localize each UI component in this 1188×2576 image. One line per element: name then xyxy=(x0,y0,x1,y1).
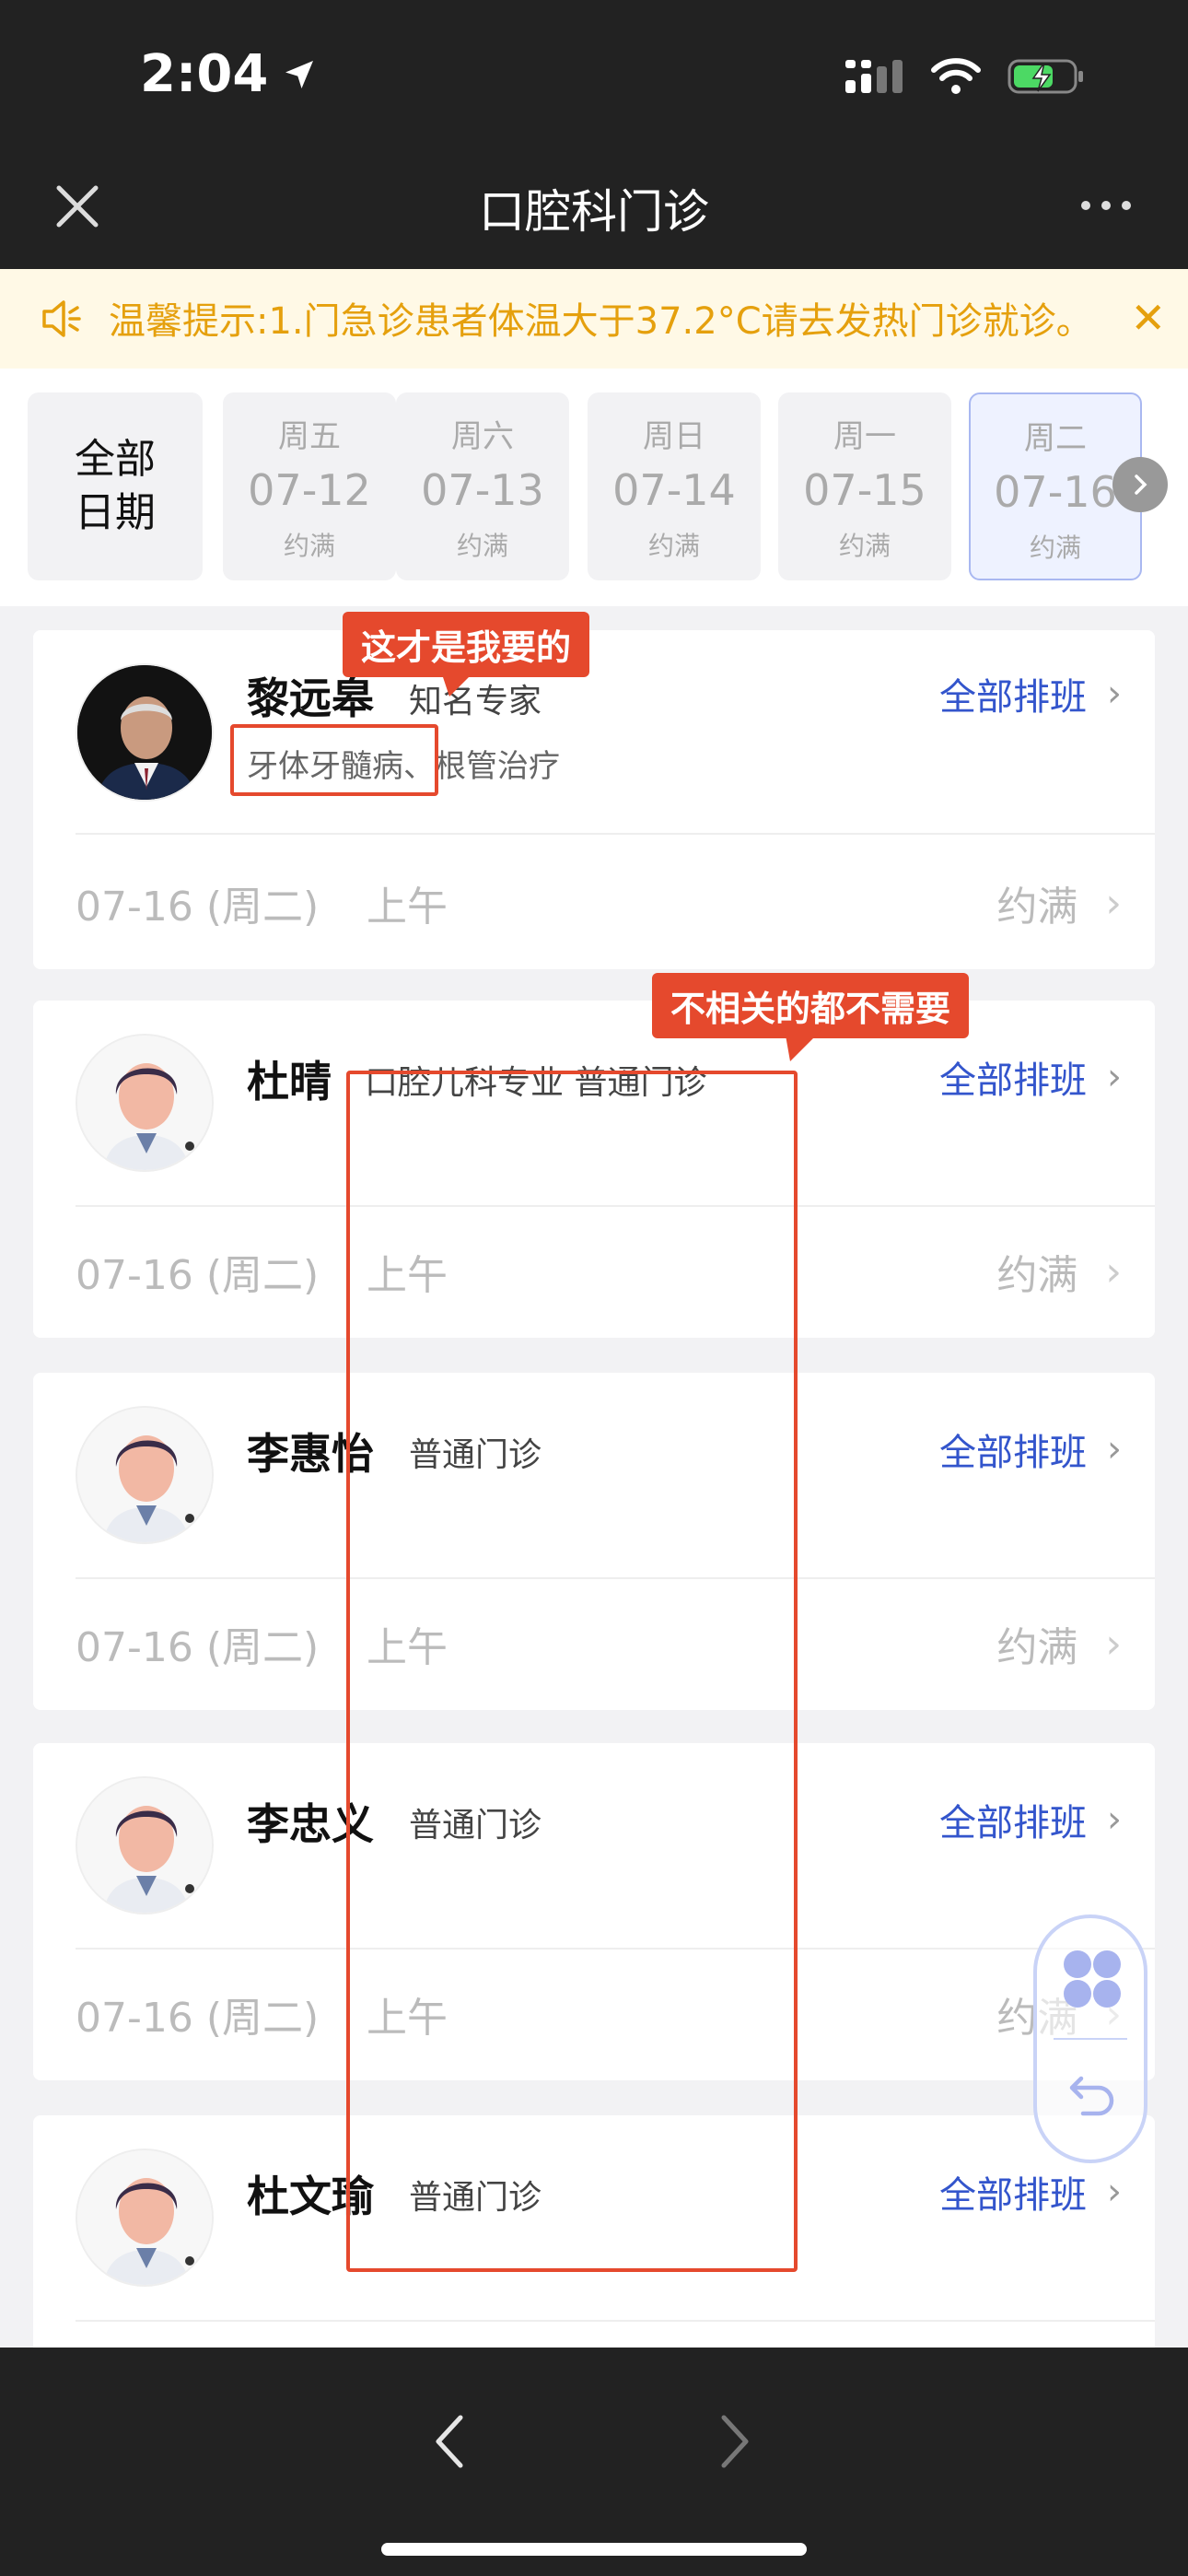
annotation-pointer xyxy=(785,1030,821,1061)
annotation-irrelevant-box xyxy=(346,1071,798,2272)
all-schedule-label: 全部排班 xyxy=(939,1802,1087,1844)
next-dates-icon[interactable] xyxy=(1112,457,1168,512)
all-schedule-label: 全部排班 xyxy=(939,1060,1087,1102)
all-schedule-label: 全部排班 xyxy=(939,676,1087,719)
status-icons xyxy=(844,57,1085,96)
date-status: 约满 xyxy=(283,531,335,561)
slot-status[interactable]: 约满 › xyxy=(996,1614,1122,1673)
slot-date: 07-16 (周二) xyxy=(76,1624,320,1671)
date-cell-0712[interactable]: 周五 07-12 约满 xyxy=(223,392,396,580)
status-time-text: 2:04 xyxy=(140,44,269,104)
doctor-avatar xyxy=(76,2149,214,2287)
date-status: 约满 xyxy=(1029,533,1081,563)
apps-clover-icon[interactable] xyxy=(1061,1948,1124,2010)
card-divider xyxy=(76,833,1155,835)
date-value: 07-12 xyxy=(248,465,371,515)
date-weekday: 周日 xyxy=(643,418,705,455)
all-schedule-link[interactable]: 全部排班 › xyxy=(939,1423,1122,1476)
widget-divider xyxy=(1054,2038,1127,2040)
location-arrow-icon xyxy=(285,60,314,88)
date-weekday: 周五 xyxy=(278,418,341,455)
annotation-label-wanted: 这才是我要的 xyxy=(343,612,590,677)
all-dates-label-line2: 日期 xyxy=(75,489,156,536)
browser-bottom-bar xyxy=(0,2348,1188,2576)
date-value: 07-14 xyxy=(612,465,736,515)
doctor-avatar xyxy=(76,1034,214,1172)
date-value: 07-15 xyxy=(803,465,926,515)
date-weekday: 周六 xyxy=(451,418,514,455)
notice-text: 温馨提示:1.门急诊患者体温大于37.2°C请去发热门诊就诊。 xyxy=(109,300,1093,343)
chevron-right-icon: › xyxy=(1105,1247,1122,1295)
forward-arrow-icon[interactable] xyxy=(716,2412,753,2471)
chevron-right-icon: › xyxy=(1107,673,1122,715)
slot-status-text: 约满 xyxy=(996,884,1078,931)
status-time: 2:04 xyxy=(140,44,318,104)
all-schedule-label: 全部排班 xyxy=(939,2174,1087,2217)
top-bar: 2:04 口腔科门诊 xyxy=(0,0,1188,269)
date-status: 约满 xyxy=(838,531,891,561)
chevron-right-icon: › xyxy=(1107,1056,1122,1098)
slot-status[interactable]: 约满 › xyxy=(996,873,1122,932)
card-divider xyxy=(76,2320,1155,2322)
slot-date: 07-16 (周二) xyxy=(76,884,320,931)
slot-date: 07-16 (周二) xyxy=(76,1995,320,2042)
date-selector: 全部 日期 周五 07-12 约满 周六 07-13 约满 周日 07-14 约… xyxy=(0,369,1188,606)
back-arrow-icon[interactable] xyxy=(431,2412,468,2471)
slot-status-text: 约满 xyxy=(996,1252,1078,1299)
cellular-signal-icon xyxy=(845,60,903,93)
undo-icon[interactable] xyxy=(1068,2069,1118,2119)
slot-status-text: 约满 xyxy=(996,1624,1078,1671)
battery-charging-icon xyxy=(1007,59,1083,94)
floating-widget xyxy=(1033,1914,1147,2163)
chevron-right-icon: › xyxy=(1107,1428,1122,1470)
date-weekday: 周二 xyxy=(1024,420,1087,457)
doctor-photo-avatar xyxy=(76,663,214,802)
doctor-avatar xyxy=(76,1776,214,1914)
chevron-right-icon: › xyxy=(1105,1620,1122,1668)
annotation-pointer xyxy=(440,669,477,697)
all-schedule-link[interactable]: 全部排班 › xyxy=(939,1793,1122,1846)
all-dates-button[interactable]: 全部 日期 xyxy=(28,392,203,580)
all-schedule-link[interactable]: 全部排班 › xyxy=(939,2165,1122,2219)
date-cell-0715[interactable]: 周一 07-15 约满 xyxy=(778,392,951,580)
all-schedule-link[interactable]: 全部排班 › xyxy=(939,667,1122,720)
date-cell-0714[interactable]: 周日 07-14 约满 xyxy=(588,392,761,580)
speaker-icon xyxy=(42,300,81,337)
annotation-label-unneeded: 不相关的都不需要 xyxy=(652,973,970,1038)
more-options-icon[interactable] xyxy=(1081,201,1131,210)
date-status: 约满 xyxy=(647,531,700,561)
doctor-avatar xyxy=(76,1406,214,1544)
slot-date: 07-16 (周二) xyxy=(76,1252,320,1299)
page-title: 口腔科门诊 xyxy=(479,185,709,239)
all-schedule-link[interactable]: 全部排班 › xyxy=(939,1050,1122,1104)
wifi-icon xyxy=(931,58,981,94)
notice-banner: 温馨提示:1.门急诊患者体温大于37.2°C请去发热门诊就诊。 ✕ xyxy=(0,269,1188,369)
date-cell-0713[interactable]: 周六 07-13 约满 xyxy=(396,392,569,580)
slot-status[interactable]: 约满 › xyxy=(996,1242,1122,1301)
doctor-card[interactable]: 黎远皋 知名专家 牙体牙髓病、根管治疗 全部排班 › 07-16 (周二) 上午… xyxy=(33,630,1155,969)
date-value: 07-13 xyxy=(421,465,544,515)
date-weekday: 周一 xyxy=(833,418,896,455)
chevron-right-icon: › xyxy=(1107,1798,1122,1841)
all-dates-label-line1: 全部 xyxy=(75,436,156,483)
notice-close-icon[interactable]: ✕ xyxy=(1130,295,1166,341)
all-schedule-label: 全部排班 xyxy=(939,1432,1087,1474)
annotation-highlight-box xyxy=(230,724,438,796)
chevron-right-icon: › xyxy=(1107,2171,1122,2213)
doctor-name: 杜晴 xyxy=(247,1057,332,1107)
chevron-right-icon: › xyxy=(1105,879,1122,927)
date-status: 约满 xyxy=(456,531,508,561)
slot-period: 上午 xyxy=(367,884,448,931)
home-indicator xyxy=(381,2543,807,2556)
